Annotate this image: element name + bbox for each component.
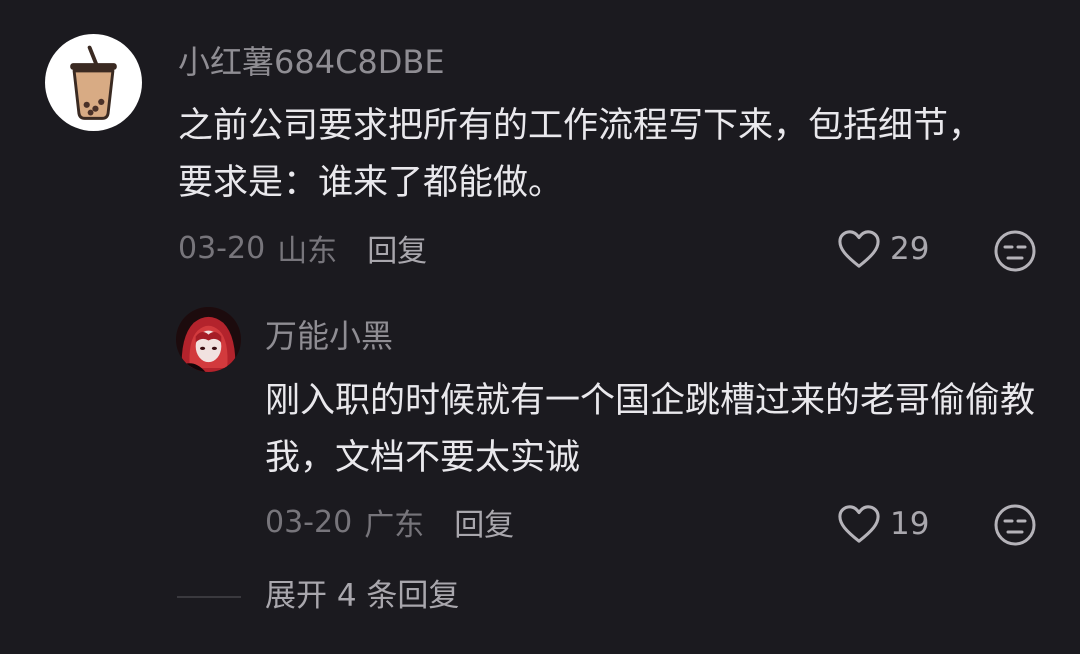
- user-avatar[interactable]: [45, 34, 142, 131]
- comment-location: 山东: [277, 234, 338, 269]
- comment-meta: 03-20 山东 回复: [178, 226, 427, 270]
- reply-dislike-button[interactable]: [993, 503, 1037, 547]
- like-count: 29: [890, 231, 930, 267]
- dislike-button[interactable]: [993, 229, 1037, 273]
- reply-location: 广东: [364, 508, 425, 543]
- reply-text: 刚入职的时候就有一个国企跳槽过来的老哥偷偷教我，文档不要太实诚: [265, 381, 1036, 478]
- expand-divider: [177, 596, 241, 598]
- reply-meta: 03-20 广东 回复: [265, 500, 514, 544]
- reply-button[interactable]: 回复: [367, 226, 427, 270]
- comment-username[interactable]: 小红薯684C8DBE: [178, 42, 445, 82]
- reply-user-avatar[interactable]: [176, 307, 241, 372]
- reply-date: 03-20: [265, 504, 353, 540]
- comment-text: 之前公司要求把所有的工作流程写下来，包括细节，要求是：谁来了都能做。: [178, 106, 984, 203]
- heart-icon: [838, 230, 880, 268]
- unamused-face-icon: [994, 504, 1036, 546]
- reply-like-count: 19: [890, 506, 930, 542]
- reply-like-button[interactable]: 19: [836, 502, 929, 546]
- comment-thread: 小红薯684C8DBE 之前公司要求把所有的工作流程写下来，包括细节，要求是：谁…: [0, 0, 1080, 654]
- comment-date: 03-20: [178, 230, 266, 266]
- expand-replies-button[interactable]: 展开 4 条回复: [265, 576, 459, 616]
- bubble-tea-icon: [70, 45, 117, 120]
- heart-icon: [838, 505, 880, 543]
- anime-girl-avatar: [176, 307, 241, 372]
- reply-username[interactable]: 万能小黑: [265, 316, 393, 356]
- reply-reply-button[interactable]: 回复: [454, 500, 514, 544]
- like-button[interactable]: 29: [836, 227, 929, 271]
- unamused-face-icon: [994, 230, 1036, 272]
